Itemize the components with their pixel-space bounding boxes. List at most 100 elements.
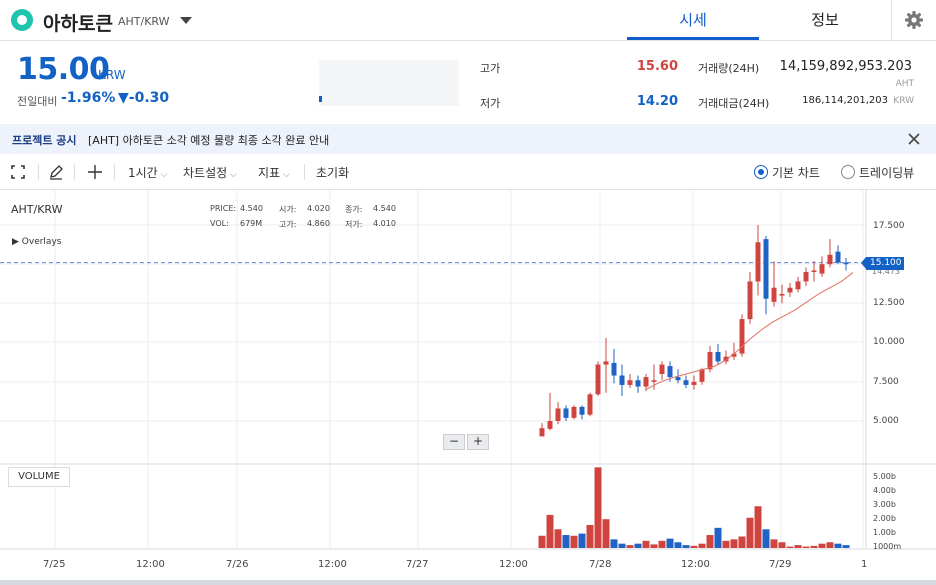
volume-bar — [562, 535, 570, 548]
volume-bar — [698, 543, 706, 548]
volume-bar — [730, 539, 738, 548]
candle-body — [747, 281, 753, 320]
coin-name[interactable]: 아하토큰 — [43, 9, 113, 36]
zoom-in-button[interactable]: + — [467, 434, 489, 450]
chart-toolbar: 1시간 ⌵ 차트설정 ⌵ 지표 ⌵ 초기화 기본 차트 트레이딩뷰 — [0, 154, 936, 190]
volume-bar — [810, 545, 818, 548]
candle-body — [579, 406, 585, 415]
candle-body — [643, 377, 649, 387]
volume-bar — [706, 535, 714, 548]
volume-bar — [714, 527, 722, 548]
notice-label: 프로젝트 공시 — [12, 134, 77, 147]
basic-chart-radio[interactable] — [754, 165, 768, 179]
close-icon[interactable] — [903, 128, 925, 150]
tab-market-price[interactable]: 시세 — [627, 0, 759, 40]
reset-button[interactable]: 초기화 — [316, 164, 349, 181]
crosshair-icon[interactable] — [86, 163, 104, 185]
volume-tick-label: 1000m — [873, 542, 902, 551]
volume-bar — [794, 545, 802, 548]
tradingview-radio[interactable] — [841, 165, 855, 179]
high-value: 15.60 — [636, 59, 678, 74]
y-tick-label: 7.500 — [873, 377, 899, 387]
chart-canvas[interactable] — [0, 190, 936, 580]
x-tick-label: 12:00 — [681, 559, 710, 570]
change-rate: -1.96% — [61, 90, 116, 106]
high-label: 고가 — [480, 62, 501, 75]
volume-bar — [658, 540, 666, 548]
interval-select[interactable]: 1시간 ⌵ — [128, 164, 167, 181]
candle-body — [547, 421, 553, 429]
legend-vol-label: VOL: — [210, 219, 229, 228]
y-tick-label: 5.000 — [873, 416, 899, 426]
x-tick-label: 7/28 — [589, 559, 612, 570]
candle-body — [539, 428, 545, 437]
candle-body — [811, 270, 817, 273]
volume-bar — [594, 467, 602, 548]
pencil-icon[interactable] — [48, 164, 64, 184]
price-chart[interactable]: AHT/KRW ▶ Overlays PRICE: 4.540 시가: 4.02… — [0, 190, 936, 580]
caret-down-icon[interactable] — [180, 17, 192, 24]
x-tick-label: 1 — [861, 559, 868, 570]
chart-settings-select[interactable]: 차트설정 ⌵ — [183, 164, 237, 181]
zoom-out-button[interactable]: − — [443, 434, 465, 450]
volume-bar — [538, 535, 546, 548]
candle-body — [611, 362, 617, 376]
project-notice-bar[interactable]: 프로젝트 공시 [AHT] 아하토큰 소각 예정 물량 최종 소각 완료 안내 — [0, 124, 936, 154]
fullscreen-icon[interactable] — [10, 164, 26, 184]
volume-bar — [674, 542, 682, 548]
bottom-scrollbar[interactable] — [0, 580, 936, 585]
x-tick-label: 12:00 — [499, 559, 528, 570]
mini-chart — [319, 60, 459, 106]
current-price-tag: 15.100 — [861, 257, 904, 270]
tab-info[interactable]: 정보 — [759, 0, 891, 40]
candle-body — [819, 264, 825, 274]
indicators-select[interactable]: 지표 ⌵ — [258, 164, 290, 181]
overlays-toggle[interactable]: ▶ Overlays — [12, 237, 61, 247]
candle-body — [571, 406, 577, 418]
y-tick-label: 12.500 — [873, 298, 905, 308]
volume-label: 거래량(24H) — [698, 62, 760, 75]
amount-unit: KRW — [893, 96, 914, 106]
low-label: 저가 — [480, 97, 501, 110]
chevron-down-icon: ⌵ — [157, 170, 168, 180]
volume-bar — [842, 545, 850, 548]
candle-body — [691, 381, 697, 385]
volume-tick-label: 3.00b — [873, 500, 896, 509]
volume-bar — [786, 546, 794, 548]
indicators-label: 지표 — [258, 166, 281, 180]
candle-body — [699, 369, 705, 382]
candle-body — [843, 262, 849, 265]
current-price: 15.00 — [17, 52, 110, 87]
candle-body — [667, 366, 673, 378]
candle-body — [763, 239, 769, 299]
candle-body — [835, 251, 841, 263]
volume-tick-label: 5.00b — [873, 472, 896, 481]
volume-bar — [618, 543, 626, 548]
amount-value: 186,114,201,203 — [802, 95, 888, 106]
candle-body — [555, 408, 561, 421]
candle-body — [771, 287, 777, 302]
tradingview-label[interactable]: 트레이딩뷰 — [859, 164, 914, 181]
x-tick-label: 7/25 — [43, 559, 66, 570]
candle-body — [587, 394, 593, 415]
gear-icon[interactable] — [891, 0, 936, 40]
volume-bar — [690, 545, 698, 548]
volume-bar — [770, 539, 778, 548]
volume-bar — [778, 542, 786, 548]
toolbar-divider — [304, 164, 305, 180]
legend-high-value: 4.860 — [307, 219, 330, 228]
volume-bar — [802, 546, 810, 548]
coin-logo-icon — [11, 9, 33, 31]
volume-bar — [626, 545, 634, 548]
x-tick-label: 7/29 — [769, 559, 792, 570]
toolbar-divider — [74, 164, 75, 180]
notice-text[interactable]: [AHT] 아하토큰 소각 예정 물량 최종 소각 완료 안내 — [88, 132, 329, 148]
coin-pair[interactable]: AHT/KRW — [118, 15, 170, 28]
volume-bar — [642, 540, 650, 548]
basic-chart-label[interactable]: 기본 차트 — [772, 164, 820, 181]
candle-body — [635, 380, 641, 387]
candle-body — [787, 287, 793, 293]
price-unit: KRW — [98, 68, 126, 82]
legend-low-value: 4.010 — [373, 219, 396, 228]
legend-open-value: 4.020 — [307, 204, 330, 213]
